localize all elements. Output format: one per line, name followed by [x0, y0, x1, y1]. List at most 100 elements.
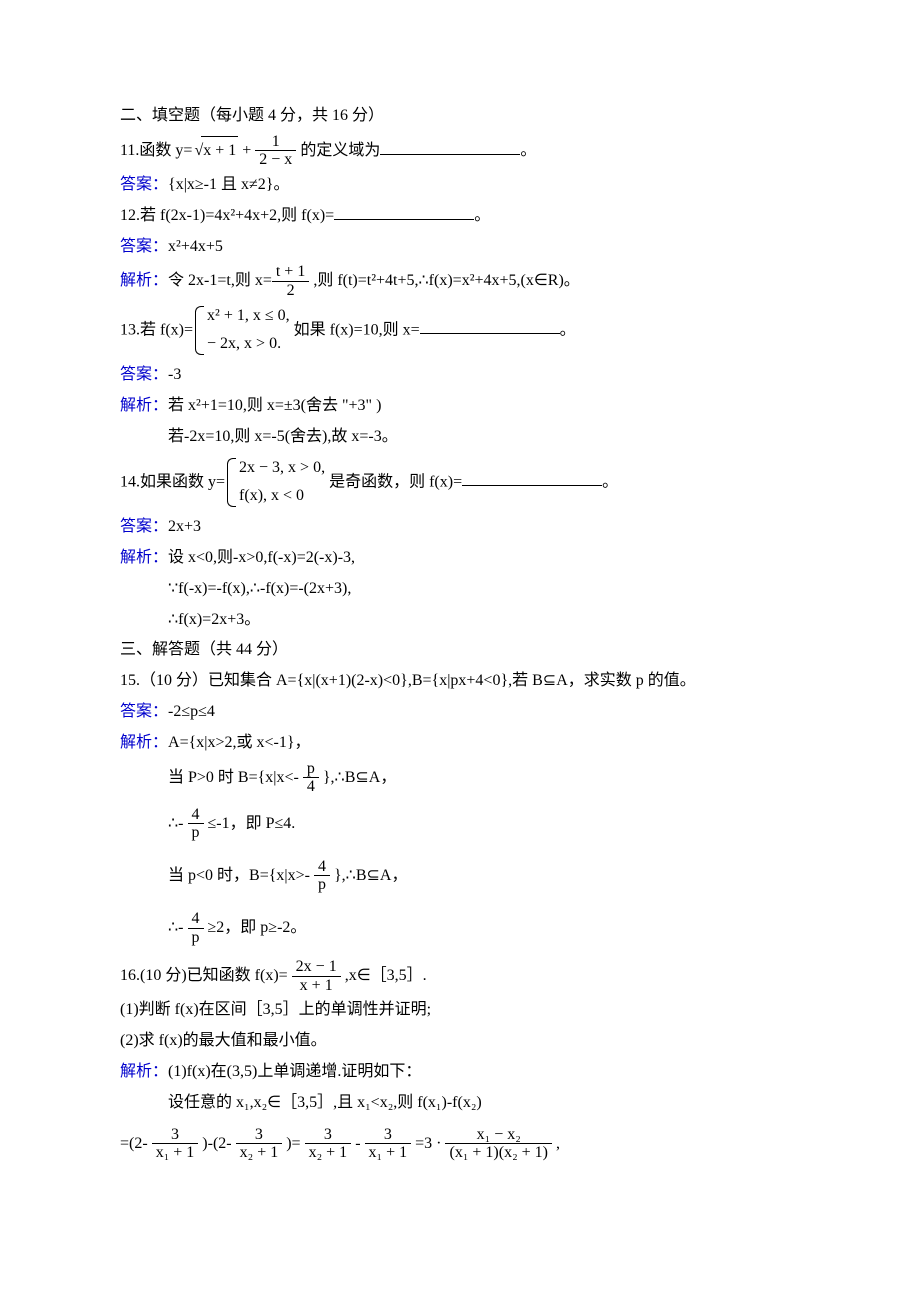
frac-den: x₁ + 1 [365, 1144, 412, 1162]
q14-row1: 2x − 3, x > 0, [239, 454, 325, 483]
q15-l4-post: ≥2，即 p≥-2。 [204, 919, 307, 936]
frac-num: x₁ − x₂ [445, 1126, 552, 1145]
q14-row2: f(x), x < 0 [239, 482, 325, 511]
q16-part2: (2)求 f(x)的最大值和最小值。 [120, 1027, 800, 1056]
q12-frac-den: 2 [272, 282, 309, 300]
frac-den: 4 [303, 778, 319, 796]
q12-answer: 答案：x²+4x+5 [120, 233, 800, 262]
q12-frac-num: t + 1 [272, 263, 309, 282]
q11-pre: 11.函数 y= [120, 142, 192, 159]
frac-den: x₂ + 1 [236, 1144, 283, 1162]
q14-pre: 14.如果函数 y= [120, 473, 225, 490]
eq-t1: 3x₁ + 1 [152, 1126, 199, 1162]
q12-text: 12.若 f(2x-1)=4x²+4x+2,则 f(x)= [120, 207, 334, 224]
frac-num: 3 [305, 1126, 352, 1145]
q15-l2-frac: 4p [188, 806, 204, 842]
q11-frac: 12 − x [255, 133, 296, 169]
sqrt-icon: x + 1 [192, 136, 238, 166]
q15-line-4: ∴- 4p ≥2，即 p≥-2。 [120, 910, 800, 946]
q15-l4-pre: ∴- [168, 919, 188, 936]
q15-l3-frac: 4p [314, 858, 330, 894]
q11-stem: 11.函数 y=x + 1 + 12 − x 的定义域为。 [120, 133, 800, 169]
q14-exp1: 设 x<0,则-x>0,f(-x)=2(-x)-3, [168, 549, 355, 566]
eq-mid3: - [351, 1134, 364, 1151]
q15-l3-post: },∴B⊆A， [330, 867, 408, 884]
q14-mid: 是奇函数，则 f(x)= [325, 473, 462, 490]
blank-line [462, 469, 602, 486]
q13-answer: 答案：-3 [120, 361, 800, 390]
q14-stem: 14.如果函数 y=2x − 3, x > 0,f(x), x < 0 是奇函数… [120, 454, 800, 512]
q14-explain-2: ∵f(-x)=-f(x),∴-f(x)=-(2x+3), [120, 575, 800, 604]
brace-icon: 2x − 3, x > 0,f(x), x < 0 [225, 454, 325, 512]
q15-line-3: 当 p<0 时，B={x|x>- 4p },∴B⊆A， [120, 858, 800, 894]
frac-den: (x₁ + 1)(x₂ + 1) [445, 1144, 552, 1162]
q16-stem: 16.(10 分)已知函数 f(x)= 2x − 1x + 1 ,x∈［3,5］… [120, 958, 800, 994]
explain-label: 解析： [120, 734, 168, 751]
q13-end: 。 [560, 321, 576, 338]
eq-t2: 3x₂ + 1 [236, 1126, 283, 1162]
brace-icon: x² + 1, x ≤ 0,− 2x, x > 0. [193, 302, 290, 360]
frac-den: p [188, 929, 204, 947]
q16-part1: (1)判断 f(x)在区间［3,5］上的单调性并证明; [120, 996, 800, 1025]
q13-ans-text: -3 [168, 366, 181, 383]
frac-den: p [188, 824, 204, 842]
q11-end: 。 [520, 142, 536, 159]
blank-line [420, 317, 560, 334]
q15-explain-1: 解析：A={x|x>2,或 x<-1}， [120, 729, 800, 758]
q15-answer: 答案：-2≤p≤4 [120, 698, 800, 727]
frac-num: 2x − 1 [292, 958, 341, 977]
q15-l1-frac: p4 [303, 760, 319, 796]
blank-line [334, 203, 474, 220]
eq-t5: x₁ − x₂(x₁ + 1)(x₂ + 1) [445, 1126, 552, 1162]
frac-den: x₁ + 1 [152, 1144, 199, 1162]
frac-num: p [303, 760, 319, 779]
frac-den: x₂ + 1 [305, 1144, 352, 1162]
q15-stem: 15.（10 分）已知集合 A={x|(x+1)(2-x)<0},B={x|px… [120, 667, 800, 696]
explain-label: 解析： [120, 272, 168, 289]
frac-den: p [314, 876, 330, 894]
eq-t3: 3x₂ + 1 [305, 1126, 352, 1162]
q16-explain-2: 设任意的 x₁,x₂∈［3,5］,且 x₁<x₂,则 f(x₁)-f(x₂) [120, 1089, 800, 1118]
explain-label: 解析： [120, 397, 168, 414]
q15-l2-post: ≤-1，即 P≤4. [204, 814, 296, 831]
q12-frac: t + 12 [272, 263, 309, 299]
frac-num: 4 [314, 858, 330, 877]
q11-ans-text: {x|x≥-1 且 x≠2}。 [168, 176, 289, 193]
q15-l2-pre: ∴- [168, 814, 188, 831]
q13-exp1: 若 x²+1=10,则 x=±3(舍去 "+3" ) [168, 397, 381, 414]
q11-frac-num: 1 [255, 133, 296, 152]
q15-exp1: A={x|x>2,或 x<-1}， [168, 734, 311, 751]
q14-explain-1: 解析：设 x<0,则-x>0,f(-x)=2(-x)-3, [120, 544, 800, 573]
q15-ans-text: -2≤p≤4 [168, 703, 215, 720]
q15-line-1: 当 P>0 时 B={x|x<- p4 },∴B⊆A， [120, 760, 800, 796]
q14-explain-3: ∴f(x)=2x+3。 [120, 606, 800, 635]
q13-explain-1: 解析：若 x²+1=10,则 x=±3(舍去 "+3" ) [120, 392, 800, 421]
answer-label: 答案： [120, 366, 168, 383]
eq-mid4: =3 · [411, 1134, 445, 1151]
q16-equation: =(2- 3x₁ + 1 )-(2- 3x₂ + 1 )= 3x₂ + 1 - … [120, 1126, 800, 1162]
q13-mid: 如果 f(x)=10,则 x= [290, 321, 420, 338]
section-2-title: 二、填空题（每小题 4 分，共 16 分） [120, 102, 800, 131]
q11-radicand: x + 1 [201, 136, 238, 166]
frac-num: 3 [152, 1126, 199, 1145]
eq-end: , [552, 1134, 560, 1151]
q13-row1: x² + 1, x ≤ 0, [207, 302, 290, 331]
eq-pre: =(2- [120, 1134, 152, 1151]
q14-end: 。 [602, 473, 618, 490]
q13-stem: 13.若 f(x)=x² + 1, x ≤ 0,− 2x, x > 0. 如果 … [120, 302, 800, 360]
answer-label: 答案： [120, 176, 168, 193]
q12-exp-pre: 令 2x-1=t,则 x= [168, 272, 272, 289]
answer-label: 答案： [120, 518, 168, 535]
frac-num: 3 [365, 1126, 412, 1145]
eq-mid2: )= [282, 1134, 304, 1151]
q16-explain-1: 解析：(1)f(x)在(3,5)上单调递增.证明如下： [120, 1058, 800, 1087]
q12-explain: 解析：令 2x-1=t,则 x=t + 12 ,则 f(t)=t²+4t+5,∴… [120, 263, 800, 299]
eq-t4: 3x₁ + 1 [365, 1126, 412, 1162]
q16-frac: 2x − 1x + 1 [292, 958, 341, 994]
frac-num: 4 [188, 910, 204, 929]
q14-answer: 答案：2x+3 [120, 513, 800, 542]
frac-num: 3 [236, 1126, 283, 1145]
frac-den: x + 1 [292, 977, 341, 995]
frac-num: 4 [188, 806, 204, 825]
q11-post: 的定义域为 [296, 142, 380, 159]
